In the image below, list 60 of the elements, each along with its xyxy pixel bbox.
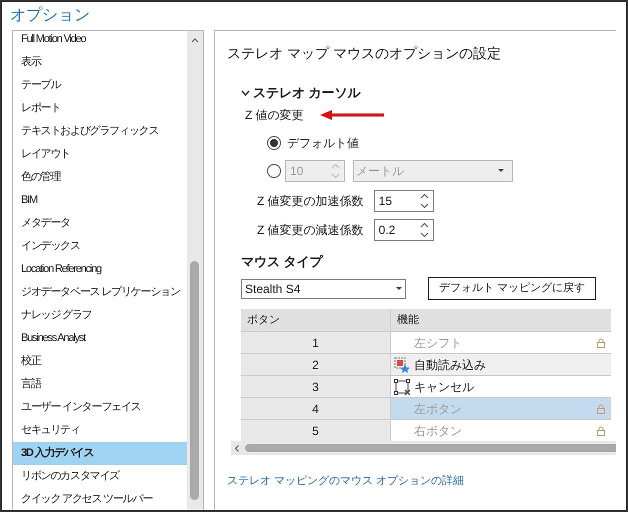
- lock-icon: [597, 404, 605, 414]
- spin-arrows-icon[interactable]: [420, 192, 429, 208]
- field-label: Z 値変更の減速係数: [257, 222, 364, 238]
- sidebar-item[interactable]: Full Motion Video: [13, 31, 187, 51]
- window-title: オプション: [10, 6, 90, 26]
- lock-icon: [597, 338, 605, 348]
- sidebar-item[interactable]: ナレッジ グラフ: [13, 304, 187, 327]
- sidebar-item[interactable]: クイック アクセス ツールバー: [13, 488, 187, 510]
- table-cell: 5: [241, 420, 391, 441]
- scroll-thumb[interactable]: [245, 444, 616, 452]
- column-header[interactable]: ボタン: [241, 309, 391, 331]
- panel-heading: ステレオ マップ マウスのオプションの設定: [227, 44, 502, 63]
- sidebar-item[interactable]: 色の管理: [13, 166, 187, 189]
- scroll-thumb[interactable]: [190, 261, 199, 500]
- sidebar-item[interactable]: レイアウト: [13, 143, 187, 166]
- mouse-type-dropdown[interactable]: Stealth S4: [241, 278, 406, 298]
- scroll-left-icon[interactable]: [235, 444, 239, 452]
- caret-icon: [498, 169, 504, 172]
- sidebar-item[interactable]: 3D 入力デバイス: [13, 442, 187, 465]
- section-title: マウス タイプ: [240, 252, 323, 270]
- field-label: Z 値変更の加速係数: [257, 192, 364, 210]
- sidebar-item[interactable]: 表示: [13, 51, 187, 74]
- load-star-icon: [394, 356, 410, 372]
- sidebar-item[interactable]: レポート: [13, 97, 187, 120]
- section-title: ステレオ カーソル: [253, 84, 361, 102]
- chevron-icon[interactable]: [241, 90, 250, 96]
- sidebar-item[interactable]: ジオデータベース レプリケーション: [13, 281, 187, 304]
- table-cell: 2: [241, 354, 391, 375]
- scroll-up-icon[interactable]: [191, 38, 199, 43]
- sidebar-item[interactable]: BIM: [13, 189, 187, 212]
- scrollbar[interactable]: [187, 31, 203, 510]
- number-field[interactable]: 0.2: [374, 218, 434, 240]
- selection-cancel-icon: [394, 378, 410, 394]
- sidebar-item[interactable]: テーブル: [13, 74, 187, 97]
- lock-icon: [597, 426, 605, 436]
- spin-arrows-icon[interactable]: [420, 222, 429, 238]
- sidebar-item[interactable]: インデックス: [13, 235, 187, 258]
- number-field[interactable]: 15: [374, 190, 434, 212]
- sidebar-item[interactable]: Business Analyst: [13, 327, 187, 350]
- arrow-icon: [320, 110, 384, 120]
- reset-button[interactable]: デフォルト マッピングに戻す: [428, 277, 596, 300]
- table-cell[interactable]: 自動読み込み: [391, 354, 611, 375]
- radio-label: デフォルト値: [287, 134, 359, 152]
- sidebar-item[interactable]: リボンのカスタマイズ: [13, 465, 187, 488]
- sidebar-item[interactable]: 言語: [13, 373, 187, 396]
- sidebar-item[interactable]: メタデータ: [13, 212, 187, 235]
- sidebar-item[interactable]: ユーザー インターフェイス: [13, 396, 187, 419]
- sidebar-item[interactable]: テキストおよびグラフィックス: [13, 120, 187, 143]
- table-cell: 1: [241, 332, 391, 353]
- caret-icon: [396, 287, 402, 290]
- radio-button[interactable]: [267, 136, 281, 150]
- horizontal-scrollbar[interactable]: [231, 441, 616, 455]
- sidebar-item[interactable]: セキュリティ: [13, 419, 187, 442]
- sidebar-item[interactable]: 校正: [13, 350, 187, 373]
- table-cell: 3: [241, 376, 391, 397]
- sidebar-item[interactable]: Location Referencing: [13, 258, 187, 281]
- column-header[interactable]: 機能: [391, 309, 611, 331]
- help-link[interactable]: ステレオ マッピングのマウス オプションの詳細: [227, 473, 464, 490]
- table-cell: 4: [241, 398, 391, 419]
- field-label: Z 値の変更: [245, 106, 304, 124]
